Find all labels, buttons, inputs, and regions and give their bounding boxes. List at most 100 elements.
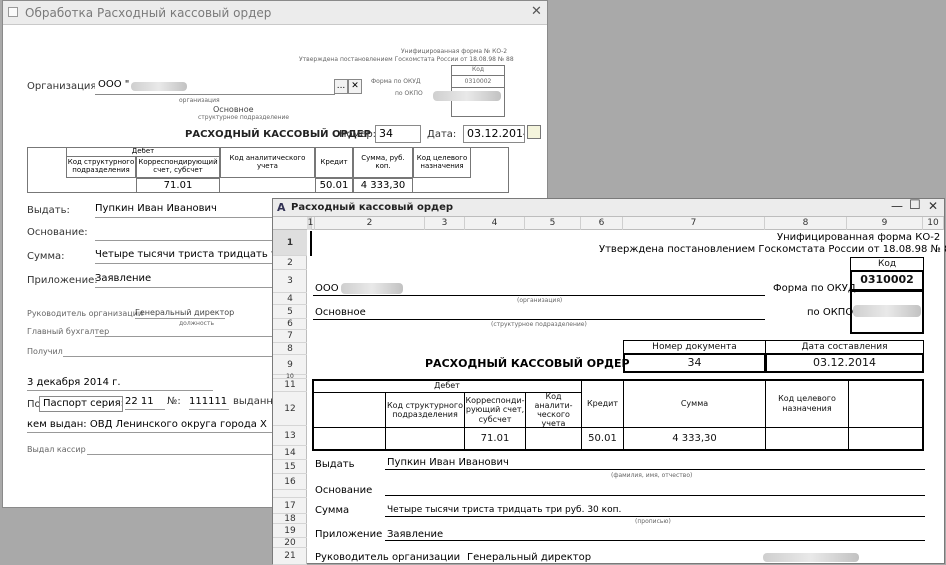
basis-underline	[385, 495, 925, 496]
close-icon[interactable]: ✕	[928, 199, 938, 213]
head-position: Генеральный директор	[467, 552, 592, 563]
row-header-spacer[interactable]	[273, 490, 307, 498]
analytics-value	[525, 427, 582, 451]
select-org-button[interactable]: ...	[334, 79, 348, 94]
okpo-blurred	[433, 91, 501, 101]
column-header-2[interactable]: 2	[315, 217, 425, 230]
received-label: Получил	[27, 347, 63, 356]
column-header-8[interactable]: 8	[765, 217, 847, 230]
date-input[interactable]: 03.12.2014	[463, 125, 525, 143]
head-caption: должность	[179, 320, 214, 327]
row-header-3[interactable]: 3	[273, 270, 307, 293]
row-header-12[interactable]: 12	[273, 392, 307, 426]
row-header-17[interactable]: 17	[273, 498, 307, 514]
window-icon	[8, 7, 18, 17]
col-subdivision-code: Код структурного подразделения	[385, 392, 465, 428]
row-header-18[interactable]: 18	[273, 514, 307, 524]
row-header-11[interactable]: 11	[273, 379, 307, 392]
bg-col-account: Корреспондирующий счет, субсчет	[136, 156, 220, 178]
minimize-icon[interactable]: —	[891, 199, 903, 213]
column-header-7[interactable]: 7	[623, 217, 765, 230]
passport-series-input[interactable]: 22 11	[125, 396, 165, 410]
code-header: Код	[850, 257, 924, 271]
sum-value: 4 333,30	[623, 427, 766, 451]
subdivision-value: Основное	[213, 105, 254, 114]
print-form-title: Расходный кассовый ордер	[291, 202, 454, 213]
okud-code: 0310002	[850, 270, 924, 291]
sum-words-input[interactable]: Четыре тысячи триста тридцать три р	[95, 249, 277, 264]
window-title: Обработка Расходный кассовый ордер	[25, 6, 272, 20]
basis-input[interactable]	[95, 229, 277, 241]
subdivision-value: Основное	[315, 307, 366, 318]
row-header-14[interactable]: 14	[273, 446, 307, 460]
document-type-input[interactable]: Паспорт серия:	[39, 396, 123, 412]
column-header-bar: 1 2 3 4 5 6 7 8 9 10	[273, 217, 944, 230]
row-header-9[interactable]: 9	[273, 355, 307, 375]
purpose-value	[765, 427, 849, 451]
column-header-6[interactable]: 6	[581, 217, 623, 230]
form-header-line2: Утверждена постановлением Госкомстата Ро…	[299, 56, 514, 63]
maximize-icon[interactable]: ☐	[909, 198, 921, 213]
column-header-10[interactable]: 10	[923, 217, 944, 230]
calendar-icon[interactable]	[527, 125, 541, 139]
row-header-19[interactable]: 19	[273, 524, 307, 538]
print-form-titlebar[interactable]: A Расходный кассовый ордер — ☐ ✕	[273, 198, 944, 217]
row-header-1[interactable]: 1	[273, 230, 307, 256]
form-line-2: Утверждена постановлением Госкомстата Ро…	[599, 244, 946, 255]
bg-account-value[interactable]: 71.01	[136, 178, 220, 193]
basis-label: Основание:	[27, 227, 88, 238]
row-header-8[interactable]: 8	[273, 343, 307, 355]
okud-code: 0310002	[452, 76, 504, 88]
debit-blank-cell	[312, 392, 386, 428]
row13-cell-2	[385, 427, 465, 451]
cell-cursor	[310, 231, 312, 256]
column-header-9[interactable]: 9	[847, 217, 923, 230]
issue-underline	[385, 469, 925, 470]
bg-col-credit: Кредит	[315, 147, 353, 178]
row-header-15[interactable]: 15	[273, 460, 307, 474]
organization-caption: (организация)	[517, 297, 563, 304]
subdivision-underline	[313, 319, 765, 320]
row-header-13[interactable]: 13	[273, 426, 307, 446]
sum-words-value: Четыре тысячи триста тридцать три руб. 3…	[387, 505, 622, 515]
okpo-label: по ОКПО	[807, 307, 854, 318]
bg-col-purpose: Код целевого назначения	[413, 147, 471, 178]
attachment-label: Приложение:	[27, 275, 98, 286]
bg-sum-value[interactable]: 4 333,30	[353, 178, 413, 193]
row-header-16[interactable]: 16	[273, 474, 307, 490]
sum-caption: (прописью)	[635, 518, 671, 525]
column-header-1[interactable]: 1	[307, 217, 315, 230]
col-credit: Кредит	[581, 379, 624, 428]
sum-label: Сумма	[315, 505, 350, 516]
row-header-7[interactable]: 7	[273, 330, 307, 343]
col-account: Корреспонди-рующий счет, субсчет	[464, 392, 526, 428]
print-form-window: A Расходный кассовый ордер — ☐ ✕ 1 2 3 4…	[272, 198, 946, 565]
close-icon[interactable]: ✕	[531, 4, 542, 19]
okud-label: Форма по ОКУД	[773, 283, 856, 294]
col-purpose: Код целевого назначения	[765, 379, 849, 428]
row-header-20[interactable]: 20	[273, 538, 307, 548]
head-label: Руководитель организации	[27, 309, 144, 318]
row-header-6[interactable]: 6	[273, 319, 307, 330]
issued-by-input[interactable]: кем выдан: ОВД Ленинского округа города …	[27, 419, 275, 433]
doc-title: РАСХОДНЫЙ КАССОВЫЙ ОРДЕР	[425, 357, 630, 370]
blank-value	[848, 427, 924, 451]
received-line	[63, 355, 275, 357]
bg-credit-value[interactable]: 50.01	[315, 178, 353, 193]
row-header-21[interactable]: 21	[273, 548, 307, 565]
column-header-3[interactable]: 3	[425, 217, 465, 230]
okpo-label: по ОКПО	[395, 90, 423, 97]
clear-org-button[interactable]: ✕	[348, 79, 362, 94]
row-header-2[interactable]: 2	[273, 256, 307, 270]
number-input[interactable]: 34	[375, 125, 421, 143]
attachment-input[interactable]: Заявление	[95, 273, 277, 288]
subdivision-caption: (структурное подразделение)	[491, 321, 587, 328]
column-header-4[interactable]: 4	[465, 217, 525, 230]
processing-window-titlebar[interactable]: Обработка Расходный кассовый ордер ✕	[3, 1, 547, 25]
row-header-4[interactable]: 4	[273, 293, 307, 305]
column-header-5[interactable]: 5	[525, 217, 581, 230]
col-analytics: Код аналити-ческого учета	[525, 392, 582, 428]
passport-number-input[interactable]: 111111	[189, 396, 229, 410]
row-header-5[interactable]: 5	[273, 305, 307, 319]
issue-input[interactable]: Пупкин Иван Иванович	[95, 203, 277, 218]
